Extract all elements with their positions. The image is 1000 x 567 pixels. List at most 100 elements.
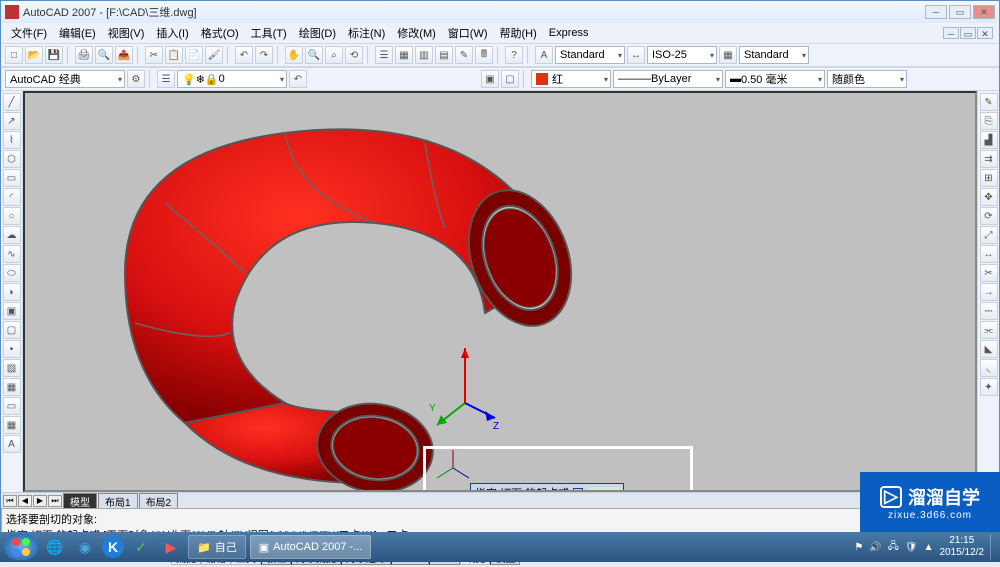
dimstyle-icon[interactable]: ↔ [627,46,645,64]
table-button[interactable]: ▦ [3,416,21,434]
menu-insert[interactable]: 插入(I) [152,23,192,43]
array-button[interactable]: ⊞ [980,169,998,187]
erase-button[interactable]: ✎ [980,93,998,111]
close-button[interactable]: ✕ [973,5,995,19]
tab-last-button[interactable]: ⏭ [48,495,62,507]
block-make-button[interactable]: ▢ [501,70,519,88]
tablestyle-icon[interactable]: ▦ [719,46,737,64]
open-button[interactable]: 📂 [25,46,43,64]
pan-button[interactable]: ✋ [285,46,303,64]
menu-format[interactable]: 格式(O) [197,23,243,43]
taskbar-kugou-icon[interactable]: K [102,536,124,558]
plot-button[interactable]: 🖨 [75,46,93,64]
ellipsearc-button[interactable]: ◗ [3,283,21,301]
extend-button[interactable]: → [980,283,998,301]
scale-button[interactable]: ⤢ [980,226,998,244]
xline-button[interactable]: ↗ [3,112,21,130]
mirror-button[interactable]: ▟ [980,131,998,149]
menu-modify[interactable]: 修改(M) [393,23,440,43]
stretch-button[interactable]: ↔ [980,245,998,263]
help-button[interactable]: ? [505,46,523,64]
menu-window[interactable]: 窗口(W) [444,23,492,43]
markup-button[interactable]: ✎ [455,46,473,64]
hatch-button[interactable]: ▨ [3,359,21,377]
break-button[interactable]: ⎓ [980,302,998,320]
copy-button[interactable]: 📋 [165,46,183,64]
sheetset-button[interactable]: ▤ [435,46,453,64]
tab-next-button[interactable]: ▶ [33,495,47,507]
plotstyle-dropdown[interactable]: 随颜色 [827,70,907,88]
save-button[interactable]: 💾 [45,46,63,64]
undo-button[interactable]: ↶ [235,46,253,64]
menu-edit[interactable]: 编辑(E) [55,23,100,43]
drawing-canvas[interactable]: Y Z 指定 切面 的起点或 ▾ [23,91,977,492]
zoom-rt-button[interactable]: 🔍 [305,46,323,64]
dyn-options-icon[interactable]: ▾ [573,488,583,492]
tray-flag-icon[interactable]: ⚑ [854,542,863,553]
workspace-dropdown[interactable]: AutoCAD 经典 [5,70,125,88]
offset-button[interactable]: ⇉ [980,150,998,168]
tray-chevron-icon[interactable]: ▲ [924,542,934,553]
copy-obj-button[interactable]: ⎘ [980,112,998,130]
calc-button[interactable]: 🖩 [475,46,493,64]
color-dropdown[interactable]: 红 [531,70,611,88]
minimize-button[interactable]: ─ [925,5,947,19]
polygon-button[interactable]: ⬡ [3,150,21,168]
mtext-button[interactable]: A [3,435,21,453]
lineweight-dropdown[interactable]: ▬ 0.50 毫米 [725,70,825,88]
taskbar-browser-icon[interactable]: 🌐 [42,535,68,559]
tablestyle-dropdown[interactable]: Standard [739,46,809,64]
gradient-button[interactable]: ▦ [3,378,21,396]
point-button[interactable]: • [3,340,21,358]
start-button[interactable] [4,534,38,560]
layer-prev-button[interactable]: ↶ [289,70,307,88]
taskbar-item-autocad[interactable]: ▣AutoCAD 2007 -... [250,535,372,559]
redo-button[interactable]: ↷ [255,46,273,64]
zoom-win-button[interactable]: ⌕ [325,46,343,64]
spline-button[interactable]: ∿ [3,245,21,263]
preview-button[interactable]: 🔍 [95,46,113,64]
workspace-settings-button[interactable]: ⚙ [127,70,145,88]
properties-button[interactable]: ☰ [375,46,393,64]
block-insert-button[interactable]: ▣ [481,70,499,88]
line-button[interactable]: ╱ [3,93,21,111]
tab-layout2[interactable]: 布局2 [139,493,179,509]
rectangle-button[interactable]: ▭ [3,169,21,187]
maximize-button[interactable]: ▭ [949,5,971,19]
menu-dimension[interactable]: 标注(N) [344,23,389,43]
cut-button[interactable]: ✂ [145,46,163,64]
doc-minimize-button[interactable]: ─ [943,27,959,39]
explode-button[interactable]: ✦ [980,378,998,396]
textstyle-icon[interactable]: A [535,46,553,64]
taskbar-security-icon[interactable]: ✓ [128,535,154,559]
tray-volume-icon[interactable]: 🔊 [869,542,881,553]
show-desktop-button[interactable] [990,534,996,560]
dcenter-button[interactable]: ▦ [395,46,413,64]
tab-prev-button[interactable]: ◀ [18,495,32,507]
region-button[interactable]: ▭ [3,397,21,415]
makeblock-button[interactable]: ▢ [3,321,21,339]
ellipse-button[interactable]: ⬭ [3,264,21,282]
menu-file[interactable]: 文件(F) [7,23,51,43]
arc-button[interactable]: ◜ [3,188,21,206]
layer-manager-button[interactable]: ☰ [157,70,175,88]
menu-view[interactable]: 视图(V) [104,23,149,43]
tab-first-button[interactable]: ⏮ [3,495,17,507]
dimstyle-dropdown[interactable]: ISO-25 [647,46,717,64]
tray-network-icon[interactable]: 🖧 [888,539,899,556]
menu-express[interactable]: Express [545,25,593,41]
taskbar-media-icon[interactable]: ▶ [158,535,184,559]
tray-shield-icon[interactable]: 🛡 [905,542,918,553]
fillet-button[interactable]: ◟ [980,359,998,377]
layer-dropdown[interactable]: 💡❄🔒0 [177,70,287,88]
linetype-dropdown[interactable]: ——— ByLayer [613,70,723,88]
join-button[interactable]: ⫘ [980,321,998,339]
paste-button[interactable]: 📄 [185,46,203,64]
revcloud-button[interactable]: ☁ [3,226,21,244]
tab-layout1[interactable]: 布局1 [98,493,138,509]
taskbar-qq-icon[interactable]: ◉ [72,535,98,559]
menu-draw[interactable]: 绘图(D) [295,23,340,43]
trim-button[interactable]: ✂ [980,264,998,282]
doc-close-button[interactable]: ✕ [977,27,993,39]
pline-button[interactable]: ⌇ [3,131,21,149]
